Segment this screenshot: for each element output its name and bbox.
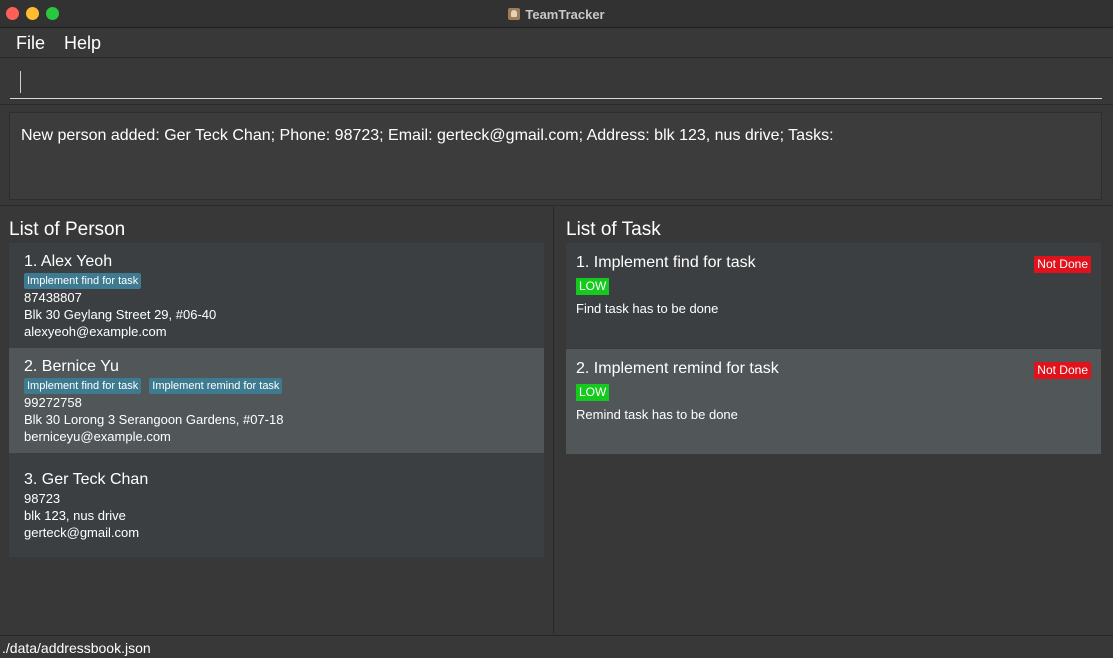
tag: Implement remind for task: [149, 378, 283, 394]
person-tags: Implement find for task Implement remind…: [24, 378, 283, 394]
task-title: 2. Implement remind for task: [576, 360, 779, 377]
app-icon: [508, 8, 521, 20]
task-description: Remind task has to be done: [576, 407, 738, 422]
person-tags: Implement find for task: [24, 273, 142, 289]
task-status-badge: Not Done: [1034, 362, 1091, 379]
window-title: TeamTracker: [525, 6, 605, 22]
task-description: Find task has to be done: [576, 301, 719, 316]
title-bar[interactable]: TeamTracker: [0, 0, 1113, 28]
result-display: New person added: Ger Teck Chan; Phone: …: [9, 112, 1102, 200]
person-card[interactable]: 2. Bernice Yu Implement find for task Im…: [9, 348, 544, 453]
task-card[interactable]: 1. Implement find for task Not Done LOW …: [566, 243, 1101, 348]
person-email: berniceyu@example.com: [24, 429, 171, 444]
person-phone: 98723: [24, 491, 61, 506]
person-card[interactable]: 3. Ger Teck Chan 98723 blk 123, nus driv…: [9, 453, 544, 557]
menu-help[interactable]: Help: [64, 33, 101, 54]
tag: Implement find for task: [24, 378, 142, 394]
save-location: ./data/addressbook.json: [2, 640, 151, 656]
person-address: Blk 30 Lorong 3 Serangoon Gardens, #07-1…: [24, 412, 284, 427]
status-bar: ./data/addressbook.json: [0, 635, 1113, 658]
person-name: 3. Ger Teck Chan: [24, 471, 149, 488]
result-display-area: New person added: Ger Teck Chan; Phone: …: [0, 106, 1113, 206]
person-address: blk 123, nus drive: [24, 508, 126, 523]
person-card[interactable]: 1. Alex Yeoh Implement find for task 874…: [9, 243, 544, 348]
person-address: Blk 30 Geylang Street 29, #06-40: [24, 307, 217, 322]
person-phone: 99272758: [24, 395, 82, 410]
menu-file[interactable]: File: [16, 33, 45, 54]
tag: Implement find for task: [24, 273, 142, 289]
person-list-panel: List of Person 1. Alex Yeoh Implement fi…: [0, 207, 554, 634]
person-name: 1. Alex Yeoh: [24, 253, 113, 270]
person-name: 2. Bernice Yu: [24, 358, 119, 375]
person-phone: 87438807: [24, 290, 82, 305]
person-list-title: List of Person: [9, 219, 126, 240]
task-title: 1. Implement find for task: [576, 254, 756, 271]
person-email: gerteck@gmail.com: [24, 525, 140, 540]
app-window: TeamTracker File Help New person added: …: [0, 0, 1113, 658]
command-input[interactable]: [10, 65, 1102, 99]
task-list-title: List of Task: [566, 219, 661, 240]
command-box: [0, 59, 1113, 105]
task-status-badge: Not Done: [1034, 256, 1091, 273]
window-title-group: TeamTracker: [0, 0, 1113, 28]
task-priority-badge: LOW: [576, 278, 610, 295]
person-email: alexyeoh@example.com: [24, 324, 167, 339]
menu-bar: File Help: [0, 29, 1113, 58]
task-priority-badge: LOW: [576, 384, 610, 401]
task-card[interactable]: 2. Implement remind for task Not Done LO…: [566, 349, 1101, 454]
task-list-panel: List of Task 1. Implement find for task …: [555, 207, 1113, 634]
text-caret: [20, 71, 21, 93]
